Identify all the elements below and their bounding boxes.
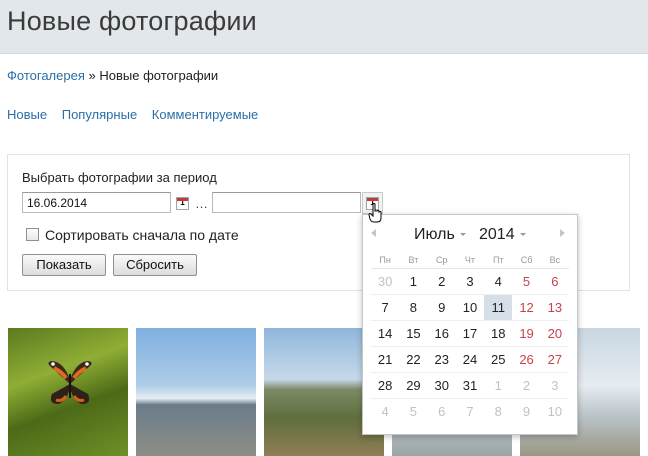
calendar-day[interactable]: 5 [512, 269, 540, 294]
calendar-day[interactable]: 6 [428, 399, 456, 424]
period-label: Выбрать фотографии за период [22, 170, 217, 185]
calendar-day[interactable]: 4 [484, 269, 512, 294]
date-range-separator: … [195, 196, 208, 211]
filter-tabs: Новые Популярные Комментируемые [7, 107, 269, 122]
sort-by-date-checkbox[interactable] [26, 228, 39, 241]
calendar-day[interactable]: 24 [456, 347, 484, 372]
date-to-input[interactable] [212, 192, 361, 213]
page-header: Новые фотографии [0, 0, 648, 54]
breadcrumb-separator: » [88, 68, 96, 83]
calendar-day[interactable]: 15 [399, 321, 427, 346]
calendar-day[interactable]: 16 [428, 321, 456, 346]
photo-thumbnail-butterfly[interactable] [8, 328, 128, 456]
calendar-week-row: 21 22 23 24 25 26 27 [371, 347, 569, 373]
calendar-day[interactable]: 30 [428, 373, 456, 398]
calendar-day[interactable]: 3 [541, 373, 569, 398]
calendar-day[interactable]: 9 [428, 295, 456, 320]
calendar-day[interactable]: 6 [541, 269, 569, 294]
tab-commented[interactable]: Комментируемые [152, 107, 258, 122]
calendar-weekday-header: Пн Вт Ср Чт Пт Сб Вс [371, 253, 569, 269]
calendar-day[interactable]: 10 [456, 295, 484, 320]
calendar-week-row: 7 8 9 10 11 12 13 [371, 295, 569, 321]
calendar-weeks: 30 1 2 3 4 5 6 7 8 9 10 11 12 13 14 15 16 17 18 19 20 21 22 23 2… [371, 269, 569, 425]
calendar-day[interactable]: 25 [484, 347, 512, 372]
hand-cursor-icon [368, 203, 382, 223]
next-month-arrow-icon[interactable] [560, 229, 565, 237]
calendar-day[interactable]: 10 [541, 399, 569, 424]
calendar-week-row: 4 5 6 7 8 9 10 [371, 399, 569, 425]
calendar-day[interactable]: 18 [484, 321, 512, 346]
calendar-day[interactable]: 27 [541, 347, 569, 372]
calendar-month-label: Июль [414, 226, 455, 243]
weekday-label: Сб [520, 255, 533, 265]
calendar-icon-day: 1 [180, 198, 185, 207]
chevron-down-icon [459, 233, 466, 237]
calendar-grid: Пн Вт Ср Чт Пт Сб Вс 30 1 2 3 4 5 6 7 8 9 10 11 12 13… [371, 253, 569, 425]
calendar-week-row: 30 1 2 3 4 5 6 [371, 269, 569, 295]
calendar-day[interactable]: 1 [484, 373, 512, 398]
calendar-year-select[interactable]: 2014 [479, 226, 526, 244]
calendar-day[interactable]: 8 [484, 399, 512, 424]
calendar-day[interactable]: 17 [456, 321, 484, 346]
calendar-day[interactable]: 30 [371, 269, 399, 294]
calendar-day[interactable]: 4 [371, 399, 399, 424]
calendar-day[interactable]: 5 [399, 399, 427, 424]
prev-month-arrow-icon[interactable] [371, 229, 376, 237]
date-from-input[interactable] [22, 192, 171, 213]
reset-button[interactable]: Сбросить [113, 254, 197, 276]
show-button[interactable]: Показать [22, 254, 106, 276]
calendar-day[interactable]: 20 [541, 321, 569, 346]
photo-thumbnail-pier[interactable] [136, 328, 256, 456]
tab-popular[interactable]: Популярные [62, 107, 137, 122]
weekday-label: Пн [379, 255, 391, 265]
calendar-day[interactable]: 23 [428, 347, 456, 372]
weekday-label: Вс [549, 255, 561, 265]
calendar-day[interactable]: 19 [512, 321, 540, 346]
calendar-day[interactable]: 8 [399, 295, 427, 320]
calendar-day[interactable]: 13 [541, 295, 569, 320]
calendar-day[interactable]: 9 [512, 399, 540, 424]
weekday-label: Пт [492, 255, 504, 265]
weekday-label: Ср [435, 255, 448, 265]
calendar-day[interactable]: 14 [371, 321, 399, 346]
calendar-week-row: 28 29 30 31 1 2 3 [371, 373, 569, 399]
calendar-day[interactable]: 12 [512, 295, 540, 320]
calendar-day[interactable]: 21 [371, 347, 399, 372]
breadcrumb-link-gallery[interactable]: Фотогалерея [7, 68, 85, 83]
sort-by-date-label[interactable]: Сортировать сначала по дате [45, 227, 239, 243]
calendar-day[interactable]: 31 [456, 373, 484, 398]
chevron-down-icon [519, 233, 526, 237]
calendar-popup: Июль 2014 Пн Вт Ср Чт Пт Сб Вс 30 1 2 3 4 5 6 7… [362, 214, 578, 435]
page-title: Новые фотографии [7, 6, 257, 36]
calendar-day[interactable]: 28 [371, 373, 399, 398]
calendar-day[interactable]: 7 [371, 295, 399, 320]
calendar-week-row: 14 15 16 17 18 19 20 [371, 321, 569, 347]
calendar-day[interactable]: 2 [512, 373, 540, 398]
tab-new[interactable]: Новые [7, 107, 47, 122]
calendar-day[interactable]: 29 [399, 373, 427, 398]
calendar-month-select[interactable]: Июль [414, 226, 466, 244]
calendar-day[interactable]: 22 [399, 347, 427, 372]
calendar-day[interactable]: 7 [456, 399, 484, 424]
calendar-day[interactable]: 26 [512, 347, 540, 372]
weekday-label: Чт [464, 255, 476, 265]
calendar-day-today[interactable]: 11 [484, 295, 513, 320]
calendar-day[interactable]: 2 [428, 269, 456, 294]
calendar-day[interactable]: 1 [399, 269, 427, 294]
calendar-day[interactable]: 3 [456, 269, 484, 294]
calendar-year-label: 2014 [479, 226, 515, 243]
butterfly-image [48, 361, 92, 404]
breadcrumb: Фотогалерея » Новые фотографии [7, 68, 218, 83]
calendar-icon[interactable]: 1 [176, 197, 189, 210]
weekday-label: Вт [408, 255, 419, 265]
breadcrumb-current: Новые фотографии [99, 68, 219, 83]
